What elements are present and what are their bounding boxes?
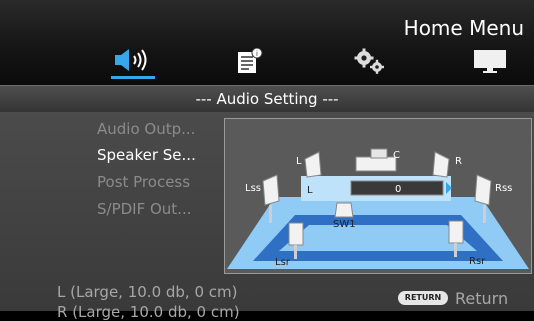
monitor-icon[interactable] — [473, 48, 507, 78]
label-Lss: Lss — [245, 183, 261, 194]
document-icon[interactable]: i — [236, 47, 264, 78]
speaker-icon[interactable] — [114, 48, 154, 76]
label-R: R — [455, 156, 462, 167]
speaker-layout-diagram: L C R Lss Rss L 0 SW1 Lsr Rsr — [224, 118, 532, 274]
speaker-info-line-2: R (Large, 10.0 db, 0 cm) — [57, 303, 240, 321]
section-header: --- Audio Setting --- — [0, 85, 534, 113]
return-button-badge[interactable]: RETURN — [398, 291, 448, 305]
label-C: C — [393, 150, 400, 161]
svg-text:i: i — [256, 50, 258, 58]
selected-channel-label: L — [307, 185, 313, 196]
label-L: L — [296, 156, 302, 167]
label-SW1: SW1 — [333, 219, 356, 230]
label-Rsr: Rsr — [469, 256, 486, 267]
home-menu-title: Home Menu — [403, 16, 524, 40]
channel-level-value: 0 — [395, 184, 401, 195]
menu-item-spdif-output[interactable]: S/PDIF Out... — [97, 200, 192, 218]
gears-icon[interactable] — [352, 48, 386, 78]
top-bar: Home Menu i — [0, 0, 534, 85]
subwoofer-icon — [334, 202, 354, 218]
front-left-speaker-icon — [304, 151, 322, 178]
section-title: --- Audio Setting --- — [195, 90, 339, 108]
menu-item-audio-output[interactable]: Audio Outp... — [97, 120, 195, 138]
center-speaker-icon — [355, 148, 397, 172]
front-right-speaker-icon — [432, 151, 450, 178]
return-label: Return — [455, 289, 509, 308]
menu-item-speaker-setting[interactable]: Speaker Se... — [97, 146, 196, 164]
active-tab-indicator — [111, 76, 155, 79]
label-Lsr: Lsr — [275, 257, 291, 268]
floor-inner — [279, 225, 477, 251]
speaker-info-line-1: L (Large, 10.0 db, 0 cm) — [57, 283, 238, 301]
menu-item-post-process[interactable]: Post Process — [97, 173, 190, 191]
label-Rss: Rss — [495, 183, 512, 194]
